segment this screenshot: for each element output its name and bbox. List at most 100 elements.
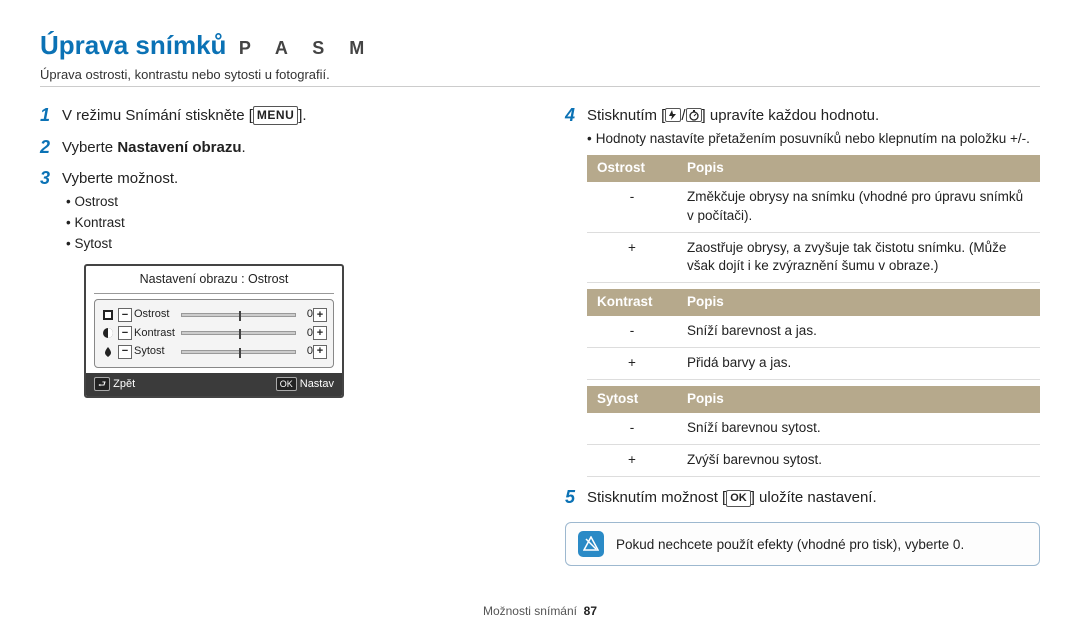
desc-cell: Změkčuje obrysy na snímku (vhodné pro úp… [677, 182, 1040, 232]
table-ostrost: OstrostPopis -Změkčuje obrysy na snímku … [587, 155, 1040, 283]
note-box: Pokud nechcete použít efekty (vhodné pro… [565, 522, 1040, 566]
slider-track[interactable] [181, 313, 296, 317]
plus-button[interactable]: + [313, 345, 327, 359]
minus-button[interactable]: − [118, 345, 132, 359]
device-title: Nastavení obrazu : Ostrost [86, 266, 342, 294]
table-row: -Sníží barevnost a jas. [587, 316, 1040, 347]
ok-button-icon: OK [726, 490, 751, 507]
sign-cell: + [587, 444, 677, 476]
slider-row-kontrast: − Kontrast 0 + [101, 326, 327, 341]
device-footer: ⮐Zpět OKNastav [86, 373, 342, 396]
sign-cell: - [587, 413, 677, 444]
desc-cell: Sníží barevnou sytost. [677, 413, 1040, 444]
th: Kontrast [587, 289, 677, 316]
step-1: 1 V režimu Snímání stiskněte [MENU]. [40, 105, 515, 127]
divider [40, 86, 1040, 87]
step-number: 3 [40, 168, 62, 398]
slider-value: 0 [301, 344, 313, 359]
page-subtitle: Úprava ostrosti, kontrastu nebo sytosti … [40, 67, 1040, 82]
th: Ostrost [587, 155, 677, 182]
step4-prefix: Stisknutím [ [587, 107, 665, 124]
step1-text-prefix: V režimu Snímání stiskněte [ [62, 107, 253, 124]
option-item: Sytost [66, 235, 344, 254]
note-text: Pokud nechcete použít efekty (vhodné pro… [616, 537, 964, 552]
option-item: Kontrast [66, 214, 344, 233]
slider-value: 0 [301, 307, 313, 322]
step2-prefix: Vyberte [62, 139, 117, 156]
slider-label: Sytost [134, 344, 178, 359]
plus-button[interactable]: + [313, 308, 327, 322]
step-4: 4 Stisknutím [ / ] upravíte každou hodnotu… [565, 105, 1040, 477]
page-header: Úprava snímků P A S M [40, 30, 1040, 61]
ok-icon: OK [276, 377, 297, 392]
footer-label: Možnosti snímání [483, 604, 577, 618]
step-number: 4 [565, 105, 587, 477]
sign-cell: + [587, 348, 677, 380]
sharpness-icon [101, 308, 115, 322]
th: Popis [677, 155, 1040, 182]
option-list: Ostrost Kontrast Sytost [66, 193, 344, 254]
th: Popis [677, 386, 1040, 413]
th: Popis [677, 289, 1040, 316]
step5-prefix: Stisknutím možnost [ [587, 489, 726, 506]
step3-text: Vyberte možnost. [62, 170, 178, 187]
ok-button[interactable]: OKNastav [276, 377, 334, 392]
step4-bullet: Hodnoty nastavíte přetažením posuvníků n… [587, 130, 1040, 149]
slider-row-sytost: − Sytost 0 + [101, 344, 327, 359]
step-5: 5 Stisknutím možnost [OK] uložíte nastav… [565, 487, 1040, 509]
th: Sytost [587, 386, 677, 413]
left-column: 1 V režimu Snímání stiskněte [MENU]. 2 V… [40, 105, 515, 566]
desc-cell: Zvýší barevnou sytost. [677, 444, 1040, 476]
table-row: -Sníží barevnou sytost. [587, 413, 1040, 444]
page-footer: Možnosti snímání 87 [0, 604, 1080, 618]
step1-text-suffix: ]. [298, 107, 306, 124]
table-sytost: SytostPopis -Sníží barevnou sytost. +Zvý… [587, 386, 1040, 477]
step2-suffix: . [242, 139, 246, 156]
back-label: Zpět [113, 378, 135, 390]
menu-button-icon: MENU [253, 106, 298, 125]
plus-button[interactable]: + [313, 326, 327, 340]
minus-button[interactable]: − [118, 326, 132, 340]
table-row: -Změkčuje obrysy na snímku (vhodné pro ú… [587, 182, 1040, 232]
table-row: +Zaostřuje obrysy, a zvyšuje tak čistotu… [587, 232, 1040, 283]
step-number: 5 [565, 487, 587, 509]
step5-suffix: ] uložíte nastavení. [751, 489, 877, 506]
table-row: +Zvýší barevnou sytost. [587, 444, 1040, 476]
page-number: 87 [584, 604, 597, 618]
back-button[interactable]: ⮐Zpět [94, 377, 135, 392]
minus-button[interactable]: − [118, 308, 132, 322]
mode-indicator: P A S M [239, 38, 374, 58]
step2-bold: Nastavení obrazu [117, 139, 241, 156]
contrast-icon [101, 326, 115, 340]
right-column: 4 Stisknutím [ / ] upravíte každou hodnotu… [565, 105, 1040, 566]
step-number: 1 [40, 105, 62, 127]
desc-cell: Sníží barevnost a jas. [677, 316, 1040, 347]
slider-value: 0 [301, 326, 313, 341]
sliders-panel: − Ostrost 0 + − Kontrast [94, 299, 334, 367]
step-3: 3 Vyberte možnost. Ostrost Kontrast Syto… [40, 168, 515, 398]
slider-row-ostrost: − Ostrost 0 + [101, 307, 327, 322]
slider-track[interactable] [181, 331, 296, 335]
option-item: Ostrost [66, 193, 344, 212]
table-row: +Přidá barvy a jas. [587, 348, 1040, 380]
back-icon: ⮐ [94, 377, 110, 392]
step-number: 2 [40, 137, 62, 159]
flash-icon [665, 108, 681, 122]
step4-suffix: ] upravíte každou hodnotu. [702, 107, 880, 124]
step-2: 2 Vyberte Nastavení obrazu. [40, 137, 515, 159]
desc-cell: Přidá barvy a jas. [677, 348, 1040, 380]
timer-icon [686, 108, 702, 122]
saturation-icon [101, 345, 115, 359]
slider-track[interactable] [181, 350, 296, 354]
page-title: Úprava snímků [40, 30, 226, 60]
table-kontrast: KontrastPopis -Sníží barevnost a jas. +P… [587, 289, 1040, 380]
slider-label: Kontrast [134, 326, 178, 341]
step4-mid: / [681, 107, 685, 124]
sign-cell: - [587, 182, 677, 232]
sign-cell: + [587, 232, 677, 283]
device-preview: Nastavení obrazu : Ostrost − Ostrost 0 [84, 264, 344, 398]
ok-label: Nastav [300, 378, 334, 390]
slider-label: Ostrost [134, 307, 178, 322]
sign-cell: - [587, 316, 677, 347]
info-icon [578, 531, 604, 557]
